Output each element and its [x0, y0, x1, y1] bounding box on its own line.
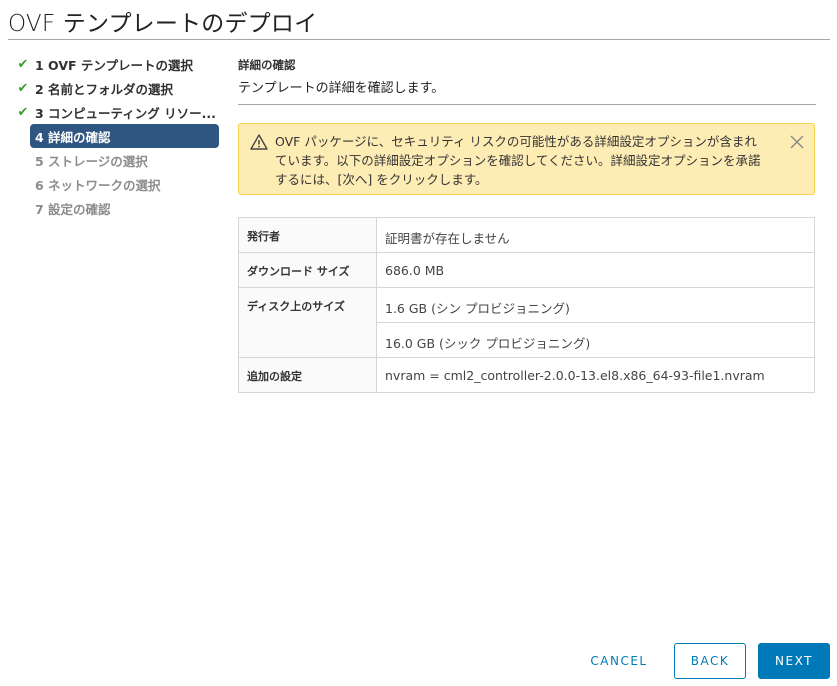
dialog-footer: CANCEL BACK NEXT	[578, 643, 830, 679]
section-subtitle: テンプレートの詳細を確認します。	[238, 81, 445, 96]
step-1-select-ovf-template[interactable]: ✔ 1 OVF テンプレートの選択	[10, 52, 222, 76]
title-divider	[8, 39, 830, 40]
step-7-ready-to-complete: 7 設定の確認	[10, 196, 222, 220]
publisher-value: 証明書が存在しません	[376, 217, 815, 253]
table-row: ディスク上のサイズ 1.6 GB (シン プロビジョニング)	[238, 287, 815, 358]
main-panel: 詳細の確認 テンプレートの詳細を確認します。 OVF パッケージに、セキュリティ…	[238, 52, 816, 393]
step-4-review-details[interactable]: 4 詳細の確認	[30, 124, 219, 148]
cancel-button[interactable]: CANCEL	[578, 643, 660, 679]
step-5-select-storage: 5 ストレージの選択	[10, 148, 222, 172]
security-warning-alert: OVF パッケージに、セキュリティ リスクの可能性がある詳細設定オプションが含ま…	[238, 123, 815, 195]
step-3-compute-resource[interactable]: ✔ 3 コンピューティング リソー...	[10, 100, 222, 124]
warning-icon	[250, 134, 268, 150]
table-row: 追加の設定 nvram = cml2_controller-2.0.0-13.e…	[238, 357, 815, 393]
disk-size-thick-value: 16.0 GB (シック プロビジョニング)	[376, 322, 815, 358]
publisher-label: 発行者	[238, 217, 377, 253]
alert-text: OVF パッケージに、セキュリティ リスクの可能性がある詳細設定オプションが含ま…	[275, 134, 761, 187]
step-2-select-name-folder[interactable]: ✔ 2 名前とフォルダの選択	[10, 76, 222, 100]
section-title: 詳細の確認	[238, 58, 296, 72]
back-button[interactable]: BACK	[674, 643, 746, 679]
next-button[interactable]: NEXT	[758, 643, 830, 679]
check-icon: ✔	[17, 104, 29, 120]
extra-config-value: nvram = cml2_controller-2.0.0-13.el8.x86…	[376, 357, 815, 393]
table-row: ダウンロード サイズ 686.0 MB	[238, 252, 815, 288]
step-label: 3 コンピューティング リソー...	[35, 105, 216, 121]
close-icon[interactable]	[789, 134, 805, 150]
step-label: 2 名前とフォルダの選択	[35, 81, 174, 97]
step-label: 1 OVF テンプレートの選択	[35, 57, 194, 73]
wizard-steps: ✔ 1 OVF テンプレートの選択 ✔ 2 名前とフォルダの選択 ✔ 3 コンピ…	[10, 52, 222, 220]
dialog-title: OVF テンプレートのデプロイ	[8, 11, 318, 37]
check-icon: ✔	[17, 56, 29, 72]
download-size-label: ダウンロード サイズ	[238, 252, 377, 288]
table-row: 発行者 証明書が存在しません	[238, 217, 815, 253]
download-size-value: 686.0 MB	[376, 252, 815, 288]
check-icon: ✔	[17, 80, 29, 96]
step-label: 4 詳細の確認	[35, 129, 111, 145]
step-6-select-networks: 6 ネットワークの選択	[10, 172, 222, 196]
step-label: 7 設定の確認	[35, 201, 111, 217]
disk-size-thin-value: 1.6 GB (シン プロビジョニング)	[376, 287, 815, 323]
disk-size-label: ディスク上のサイズ	[238, 287, 377, 358]
template-details-table: 発行者 証明書が存在しません ダウンロード サイズ 686.0 MB ディスク上…	[238, 217, 815, 393]
step-label: 6 ネットワークの選択	[35, 177, 161, 193]
extra-config-label: 追加の設定	[238, 357, 377, 393]
step-label: 5 ストレージの選択	[35, 153, 148, 169]
section-divider	[238, 104, 816, 105]
